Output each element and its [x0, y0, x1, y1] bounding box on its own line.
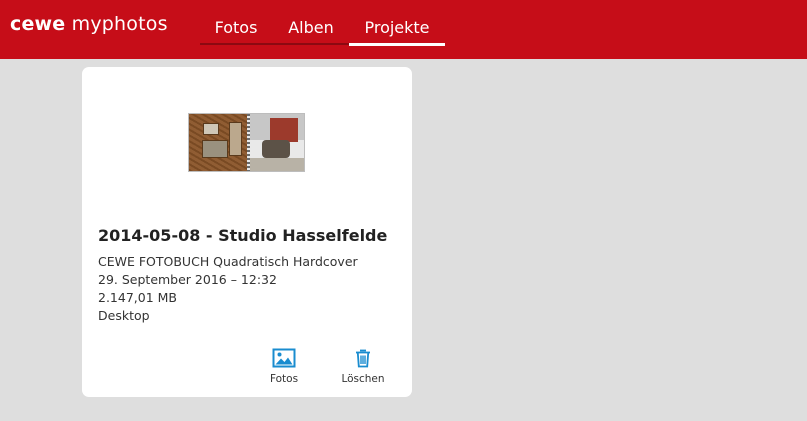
project-card: 2014-05-08 - Studio Hasselfelde CEWE FOT…: [82, 67, 412, 397]
delete-button[interactable]: Löschen: [336, 348, 390, 390]
fotos-button[interactable]: Fotos: [258, 348, 310, 390]
app-logo[interactable]: cewe myphotos: [10, 13, 168, 35]
tab-alben[interactable]: Alben: [274, 0, 348, 46]
thumbnail-right-page: [250, 114, 304, 171]
project-size: 2.147,01 MB: [98, 290, 177, 305]
fotos-button-label: Fotos: [269, 373, 299, 385]
trash-icon: [356, 349, 370, 368]
main-nav: Fotos Alben Projekte: [200, 0, 445, 59]
tab-fotos[interactable]: Fotos: [200, 0, 272, 46]
delete-button-label: Löschen: [341, 373, 385, 385]
top-bar: cewe myphotos Fotos Alben Projekte: [0, 0, 807, 59]
project-source: Desktop: [98, 308, 150, 323]
thumbnail-left-page: [189, 114, 247, 171]
project-date: 29. September 2016 – 12:32: [98, 272, 277, 287]
project-title: 2014-05-08 - Studio Hasselfelde: [98, 226, 388, 245]
image-icon: [272, 348, 296, 368]
logo-product: myphotos: [71, 13, 168, 35]
tab-projekte[interactable]: Projekte: [349, 0, 445, 46]
project-product: CEWE FOTOBUCH Quadratisch Hardcover: [98, 254, 358, 269]
project-thumbnail[interactable]: [189, 114, 304, 171]
logo-brand: cewe: [10, 13, 66, 35]
